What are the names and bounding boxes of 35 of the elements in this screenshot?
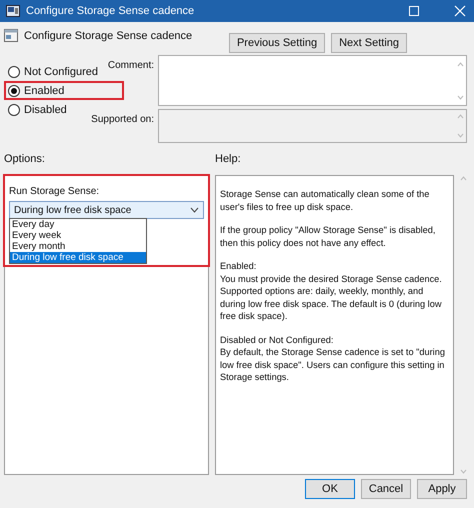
radio-button[interactable] [8, 84, 20, 96]
help-text: If the group policy "Allow Storage Sense" is disabled, then this policy does not have any effect. [220, 224, 436, 249]
radio-option[interactable]: Enabled [6, 84, 64, 96]
dialog-button[interactable]: Cancel [361, 479, 411, 499]
radio-option[interactable]: Not Configured [6, 66, 98, 78]
close-icon[interactable] [454, 5, 466, 17]
section-label: Options: [4, 153, 46, 167]
dropdown-option[interactable]: Every week [10, 230, 146, 241]
help-text: Storage Sense can automatically clean some of the user's files to free up disk space. [220, 188, 430, 213]
setting-nav-button[interactable]: Previous Setting [228, 33, 326, 53]
chevron-down-icon [190, 207, 199, 213]
dialog-button[interactable]: Apply [417, 479, 467, 499]
scroll-bar [457, 113, 464, 139]
dropdown-option[interactable]: Every day [10, 219, 146, 230]
dialog-button[interactable]: OK [305, 479, 355, 499]
help-text: Disabled or Not Configured: By default, the Storage Sense cadence is set to "during low free disk space". Users can configure this setting in Storage settings. [220, 334, 446, 384]
app-icon [6, 5, 20, 17]
comment-field[interactable] [158, 55, 467, 106]
policy-title: Configure Storage Sense cadence [24, 30, 192, 42]
setting-label: Run Storage Sense: [9, 186, 100, 197]
radio-button[interactable] [8, 66, 20, 78]
maximize-icon[interactable] [408, 5, 420, 17]
radio-option[interactable]: Disabled [6, 104, 67, 116]
dropdown-option[interactable]: During low free disk space [10, 252, 146, 263]
help-text: Enabled: You must provide the desired Storage Sense cadence. Supported options are: daily, weekly, monthly, and during low free disk space. The default is 0 (during low free disk space). [220, 260, 443, 322]
field-label: Supported on: [91, 113, 154, 127]
section-label: Help: [215, 153, 241, 167]
dropdown[interactable]: During low free disk space [9, 201, 204, 219]
field-label: Comment: [108, 59, 154, 73]
scroll-bar [457, 60, 464, 100]
policy-icon [4, 29, 18, 42]
setting-nav-button[interactable]: Next Setting [331, 33, 407, 53]
dropdown-option[interactable]: Every month [10, 241, 146, 252]
radio-button[interactable] [8, 104, 20, 116]
window-title: Configure Storage Sense cadence [26, 5, 194, 17]
